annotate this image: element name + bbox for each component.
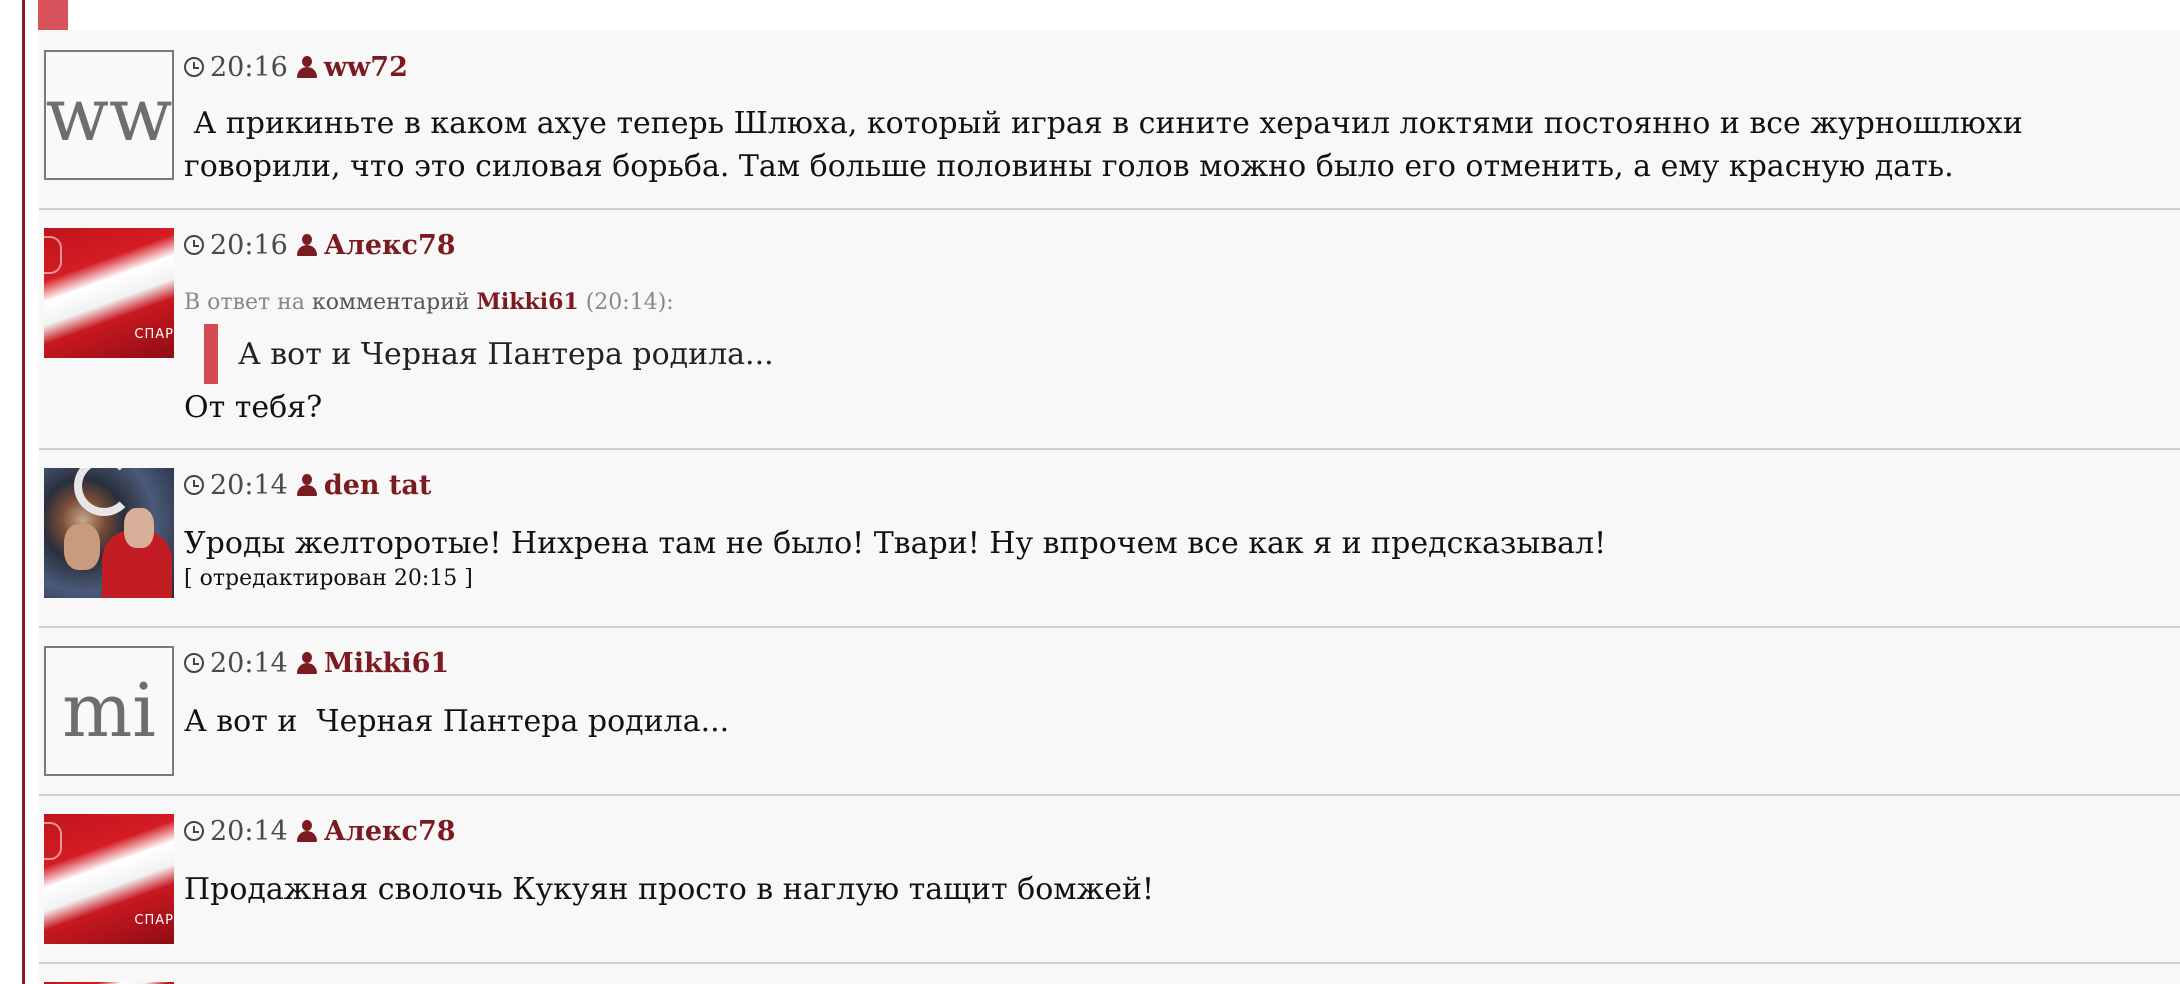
comment-text: От тебя? [184,390,323,425]
comment-feed: ww 20:16 ww72 А прикиньте в каком ахуе т… [39,30,2180,984]
comment-time[interactable]: 20:14 [210,648,288,679]
clock-icon [184,57,204,77]
comment-text: А вот и Черная Пантера родила... [184,704,730,739]
avatar[interactable]: ww [44,50,174,180]
avatar-letters: ww [45,72,173,158]
comment-text: А прикиньте в каком ахуе теперь Шлюха, к… [184,106,2033,184]
top-tab-marker [38,0,68,30]
comment-time[interactable]: 20:14 [210,470,288,501]
avatar-caption: СПАР [134,327,174,342]
user-icon [296,652,318,674]
comment-text: Продажная сволочь Кукуян просто в наглую… [184,872,1155,907]
comment-time[interactable]: 20:14 [210,816,288,847]
quote-bar [204,324,218,384]
clock-icon [184,653,204,673]
clock-icon [184,475,204,495]
spartak-logo-icon [74,468,134,516]
comment-time[interactable]: 20:16 [210,52,288,83]
comment-author[interactable]: ww72 [324,52,408,83]
player-face-graphic [64,524,100,570]
avatar-letters: mi [62,668,156,754]
reply-time: (20:14): [585,290,674,315]
comment-meta: 20:14 den tat [184,468,2170,502]
clock-icon [184,235,204,255]
comment-body: 20:14 Mikki61 А вот и Черная Пантера род… [184,646,2170,743]
comment-author[interactable]: den tat [324,470,432,501]
avatar[interactable]: СПАР [44,814,174,944]
user-icon [296,56,318,78]
reply-comment-link[interactable]: комментарий [312,290,470,315]
reply-to-line: В ответ на комментарий Mikki61 (20:14): [184,286,2170,318]
comment-author[interactable]: Алекс78 [324,816,456,847]
comment-meta: 20:14 Mikki61 [184,646,2170,680]
comment-body: 20:16 Алекс78 В ответ на комментарий Mik… [184,228,2170,429]
edited-note: [ отредактирован 20:15 ] [184,566,473,591]
spartak-flag-icon [44,236,62,274]
avatar[interactable]: mi [44,646,174,776]
avatar-caption: СПАР [134,913,174,928]
quote-text: А вот и Черная Пантера родила... [238,336,774,372]
reply-prefix: В ответ на [184,290,305,315]
spartak-flag-icon [44,822,62,860]
reply-author-link[interactable]: Mikki61 [477,289,579,315]
comments-page: ww 20:16 ww72 А прикиньте в каком ахуе т… [0,0,2180,984]
comment-text: Уроды желторотые! Нихрена там не было! Т… [184,526,1607,561]
avatar[interactable] [44,468,174,598]
user-icon [296,820,318,842]
comment-item: СПАР 20:14 Алекс78 Продажная сволочь Кук… [39,796,2180,964]
avatar[interactable]: СПАР [44,228,174,358]
comment-item: mi 20:14 Mikki61 А вот и Черная Пантера … [39,628,2180,796]
thread-rail [22,0,25,984]
user-icon [296,234,318,256]
comment-item [39,964,2180,984]
comment-time[interactable]: 20:16 [210,230,288,261]
player-face-graphic [124,508,154,548]
comment-body: 20:16 ww72 А прикиньте в каком ахуе тепе… [184,50,2170,188]
comment-author[interactable]: Mikki61 [324,648,449,679]
user-icon [296,474,318,496]
comment-meta: 20:16 Алекс78 [184,228,2170,262]
clock-icon [184,821,204,841]
comment-item: 20:14 den tat Уроды желторотые! Нихрена … [39,450,2180,628]
comment-item: СПАР 20:16 Алекс78 В ответ на комментари… [39,210,2180,450]
comment-body: 20:14 den tat Уроды желторотые! Нихрена … [184,468,2170,593]
comment-meta: 20:16 ww72 [184,50,2170,84]
comment-author[interactable]: Алекс78 [324,230,456,261]
comment-body: 20:14 Алекс78 Продажная сволочь Кукуян п… [184,814,2170,911]
comment-meta: 20:14 Алекс78 [184,814,2170,848]
reply-quote: А вот и Черная Пантера родила... [204,324,2170,384]
comment-item: ww 20:16 ww72 А прикиньте в каком ахуе т… [39,30,2180,210]
